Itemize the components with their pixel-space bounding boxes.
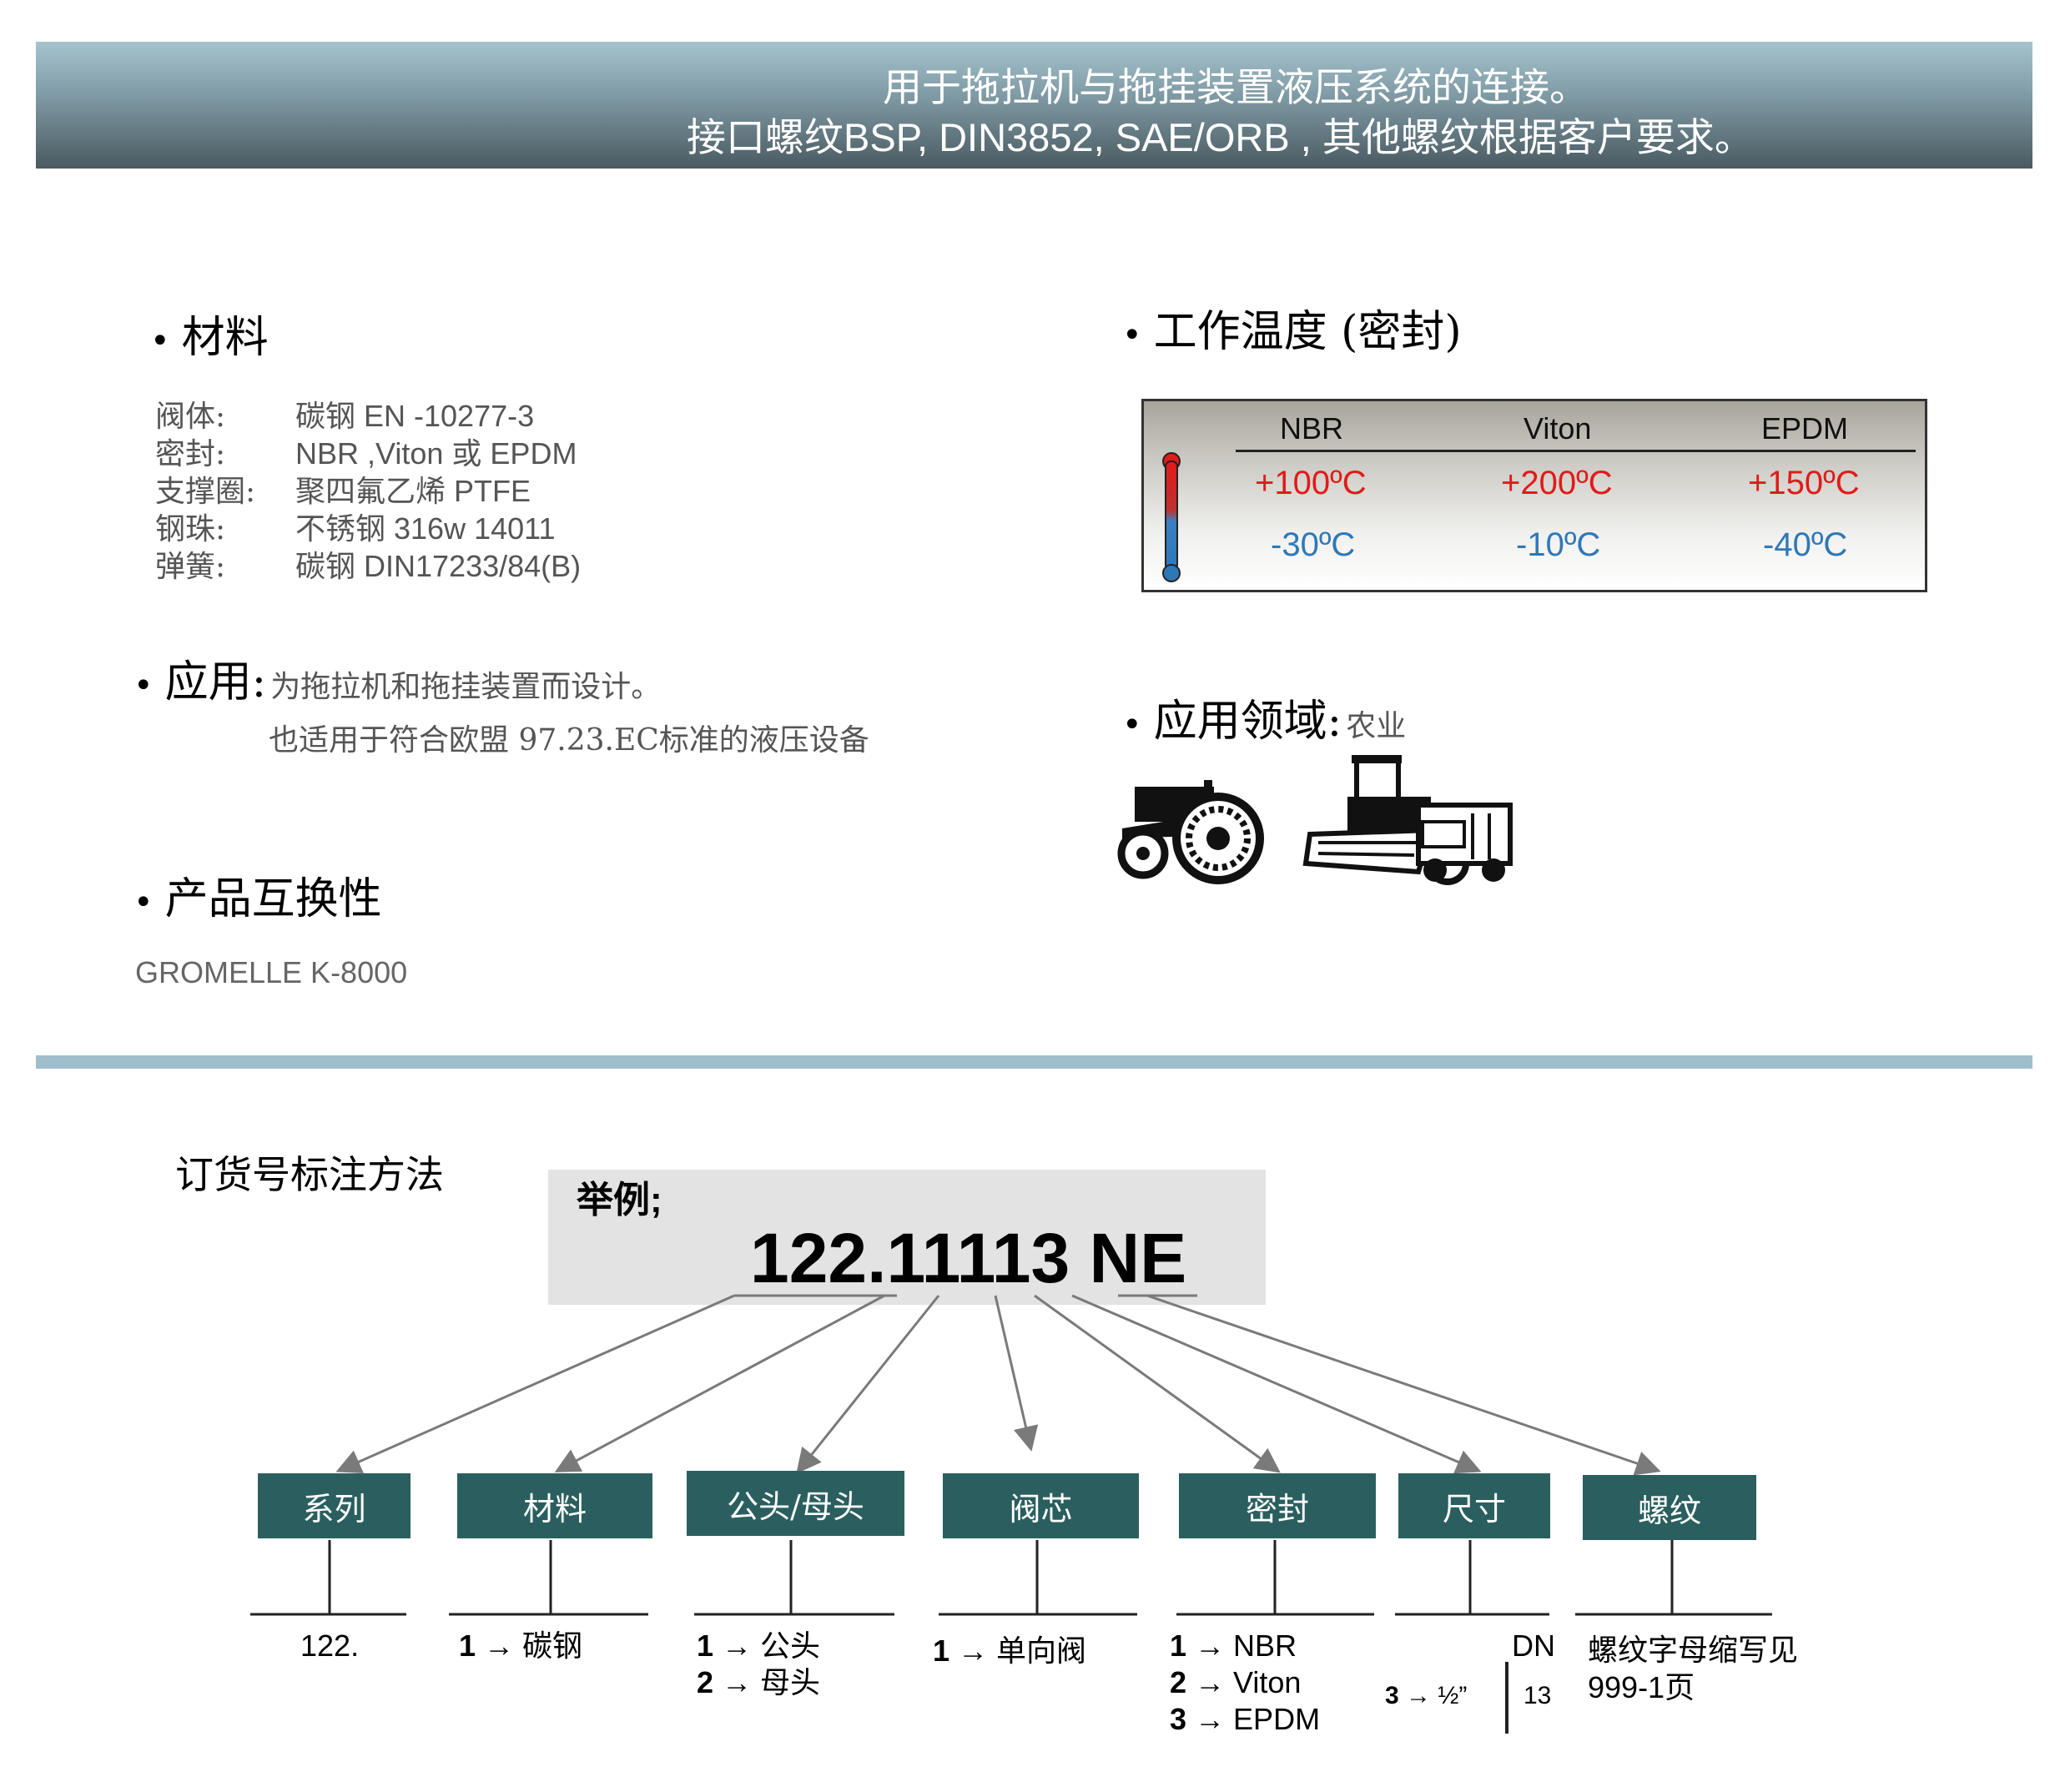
arrow-series (335, 1294, 735, 1473)
valve-value: 1 → 单向阀 (933, 1633, 1087, 1669)
series-value: 122. (300, 1628, 360, 1663)
seal-value-3: 3 → EPDM (1170, 1702, 1321, 1736)
category-series: 系列 (258, 1473, 410, 1538)
gender-value-1: 1 → 公头 (697, 1628, 821, 1664)
category-size: 尺寸 (1398, 1473, 1550, 1538)
category-seal: 密封 (1179, 1473, 1376, 1538)
category-material: 材料 (457, 1473, 652, 1538)
arrow-material (554, 1294, 885, 1472)
size-dn-label: DN (1512, 1628, 1555, 1663)
thread-note-1: 螺纹字母缩写见 (1588, 1633, 1799, 1668)
gender-value-2: 2 → 母头 (697, 1665, 821, 1700)
arrow-gender (796, 1295, 940, 1474)
thread-note-2: 999-1页 (1588, 1670, 1695, 1704)
arrow-valve (994, 1295, 1039, 1452)
arrow-thread (1146, 1294, 1661, 1476)
seal-value-2: 2 → Viton (1170, 1665, 1302, 1699)
material-value: 1 → 碳钢 (459, 1628, 583, 1664)
size-code: 3 → ½” (1385, 1682, 1468, 1709)
arrow-size (1071, 1294, 1482, 1474)
category-thread: 螺纹 (1583, 1475, 1756, 1540)
arrow-seal (1034, 1294, 1281, 1473)
category-valve: 阀芯 (943, 1473, 1139, 1538)
seal-value-1: 1 → NBR (1170, 1628, 1297, 1663)
category-gender: 公头/母头 (687, 1471, 904, 1536)
size-dn-value: 13 (1524, 1682, 1552, 1709)
